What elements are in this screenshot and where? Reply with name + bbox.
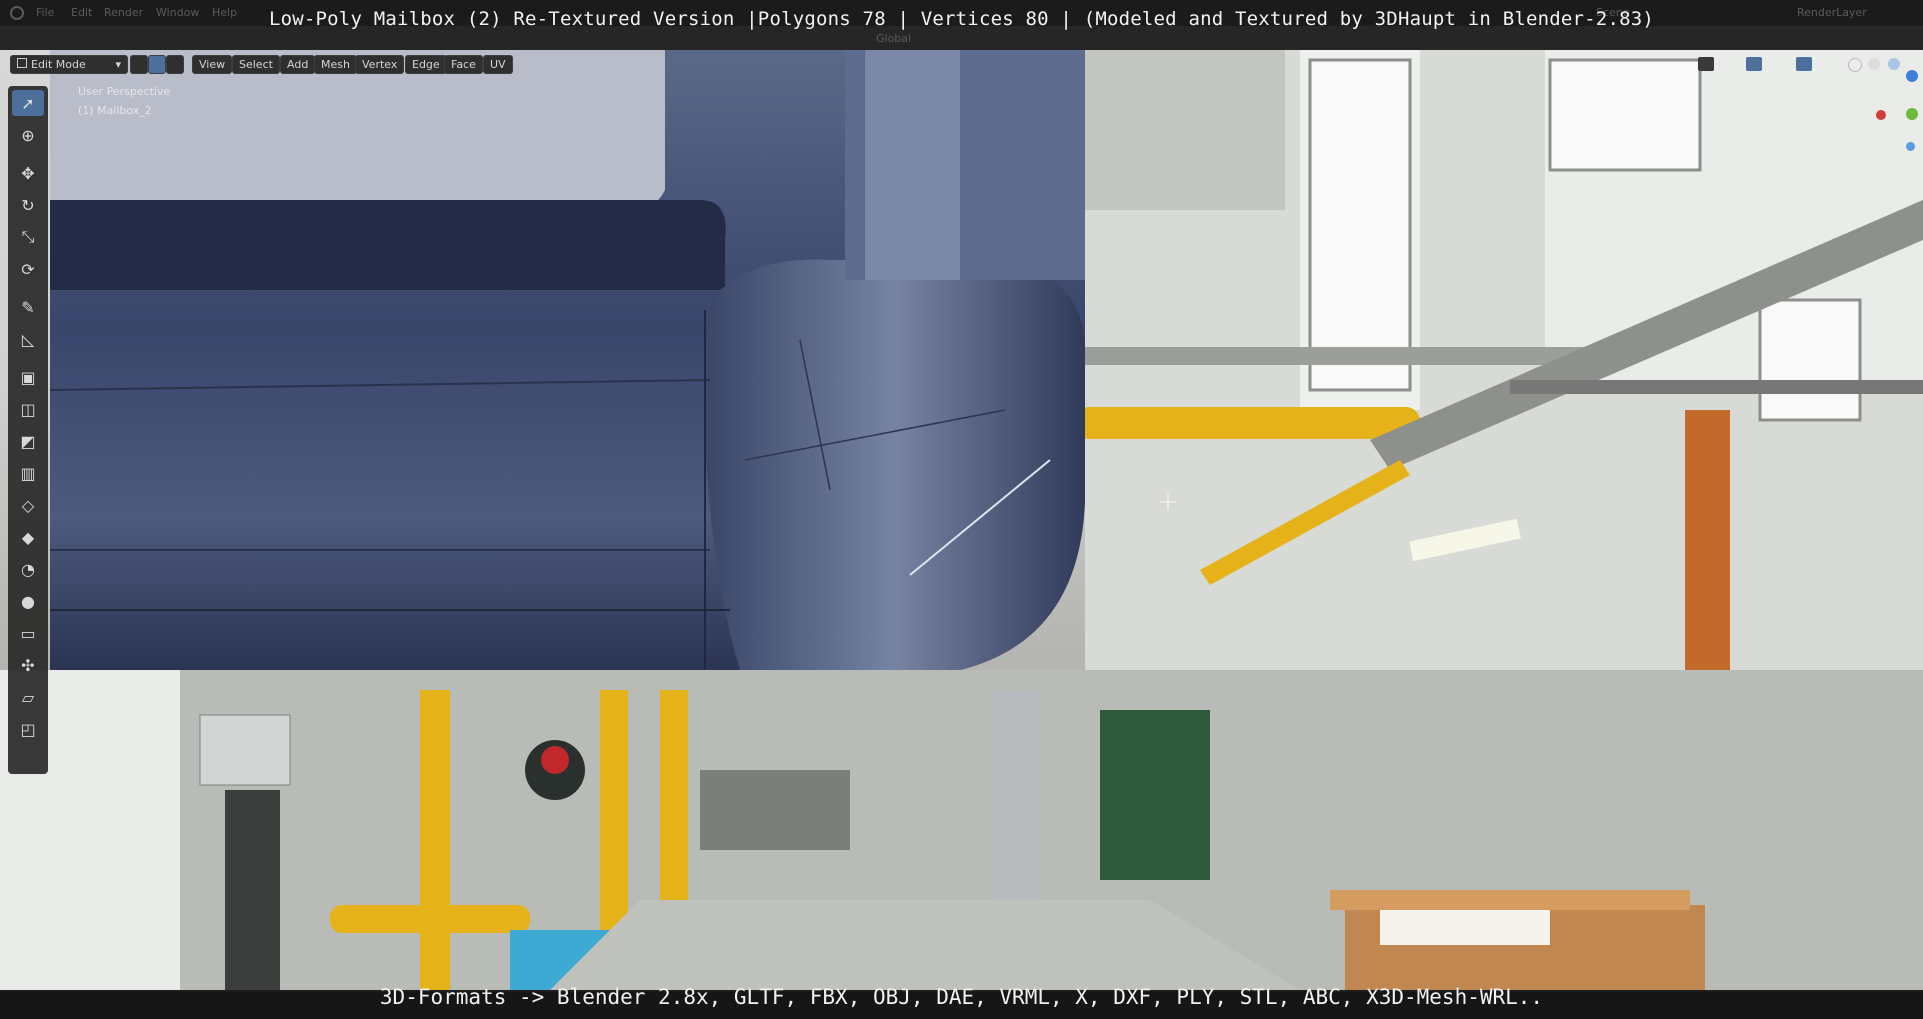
menu-uv[interactable]: UV: [483, 55, 513, 74]
transform-orientation-select[interactable]: Global: [876, 32, 911, 45]
rotate-tool[interactable]: ↻: [12, 192, 44, 218]
gizmo-neg-z-axis[interactable]: [1906, 142, 1915, 151]
annotate-tool[interactable]: ✎: [12, 294, 44, 320]
xray-toggle-icon[interactable]: [1796, 57, 1812, 71]
rip-tool[interactable]: ◰: [12, 716, 44, 742]
mode-selector[interactable]: Edit Mode ▾: [10, 55, 128, 74]
formats-caption-overlay: 3D-Formats -> Blender 2.8x, GLTF, FBX, O…: [379, 985, 1544, 1009]
crosshair-icon: ⊕: [21, 125, 35, 145]
pencil-icon: ✎: [21, 297, 35, 317]
smooth-tool[interactable]: ●: [12, 588, 44, 614]
poly-build-icon: ◆: [21, 527, 35, 547]
menu-face[interactable]: Face: [444, 55, 483, 74]
tool-shelf: ➚ ⊕ ✥ ↻ ⤡ ⟳ ✎ ◺ ▣ ◫ ◩ ▥ ◇ ◆ ◔ ● ▭ ✣ ▱ ◰: [8, 86, 48, 774]
rip-icon: ◰: [20, 719, 36, 739]
knife-tool[interactable]: ◇: [12, 492, 44, 518]
menu-select[interactable]: Select: [232, 55, 280, 74]
move-icon: ✥: [21, 163, 35, 183]
loop-cut-tool[interactable]: ▥: [12, 460, 44, 486]
ruler-icon: ◺: [21, 329, 35, 349]
video-title-overlay: Low-Poly Mailbox (2) Re-Textured Version…: [268, 8, 1655, 30]
mailbox-model: [49, 50, 1085, 670]
bevel-icon: ◩: [20, 431, 36, 451]
smooth-icon: ●: [21, 591, 35, 611]
select-edge-mode-button[interactable]: [148, 55, 166, 74]
shrink-fatten-icon: ✣: [21, 655, 35, 675]
navigation-gizmo[interactable]: [1870, 70, 1920, 180]
viewport-shading-controls: [1698, 55, 1918, 73]
move-tool[interactable]: ✥: [12, 160, 44, 186]
viewport-perspective-label: User Perspective: [78, 85, 171, 98]
chevron-down-icon: ▾: [115, 58, 121, 71]
loop-cut-icon: ▥: [20, 463, 36, 483]
bevel-tool[interactable]: ◩: [12, 428, 44, 454]
shear-tool[interactable]: ▱: [12, 684, 44, 710]
mode-label: Edit Mode: [31, 58, 86, 71]
cursor-tool[interactable]: ⊕: [12, 122, 44, 148]
scale-icon: ⤡: [21, 227, 35, 246]
cursor-arrow-icon: ➚: [21, 93, 35, 113]
poly-build-tool[interactable]: ◆: [12, 524, 44, 550]
transform-tool[interactable]: ⟳: [12, 256, 44, 282]
wireframe-shading-icon[interactable]: [1848, 58, 1862, 72]
material-shading-icon[interactable]: [1888, 58, 1900, 70]
measure-tool[interactable]: ◺: [12, 326, 44, 352]
menu-edge[interactable]: Edge: [405, 55, 447, 74]
edge-slide-icon: ▭: [20, 623, 36, 643]
transform-icon: ⟳: [21, 259, 35, 279]
viewport-object-label: (1) Mailbox_2: [78, 104, 152, 117]
gizmo-x-axis[interactable]: [1876, 110, 1886, 120]
gizmo-y-axis[interactable]: [1906, 108, 1918, 120]
inset-tool[interactable]: ◫: [12, 396, 44, 422]
select-face-mode-button[interactable]: [166, 55, 184, 74]
shear-icon: ▱: [21, 687, 35, 707]
menu-mesh[interactable]: Mesh: [314, 55, 357, 74]
overlay-toggle-icon[interactable]: [1698, 57, 1714, 71]
scene-render: [0, 50, 1923, 990]
menu-vertex[interactable]: Vertex: [355, 55, 405, 74]
edit-mode-icon: [17, 58, 27, 68]
edge-slide-tool[interactable]: ▭: [12, 620, 44, 646]
select-box-tool[interactable]: ➚: [12, 90, 44, 116]
solid-shading-icon[interactable]: [1868, 58, 1880, 70]
spin-tool[interactable]: ◔: [12, 556, 44, 582]
select-vertex-mode-button[interactable]: [130, 55, 148, 74]
knife-icon: ◇: [21, 495, 35, 515]
extrude-tool[interactable]: ▣: [12, 364, 44, 390]
3d-viewport[interactable]: User Perspective (1) Mailbox_2: [0, 50, 1923, 990]
gizmo-toggle-icon[interactable]: [1746, 57, 1762, 71]
rotate-icon: ↻: [21, 195, 35, 215]
extrude-icon: ▣: [20, 367, 36, 387]
shrink-fatten-tool[interactable]: ✣: [12, 652, 44, 678]
menu-view[interactable]: View: [192, 55, 233, 74]
spin-icon: ◔: [21, 559, 35, 579]
inset-icon: ◫: [20, 399, 36, 419]
scale-tool[interactable]: ⤡: [12, 224, 44, 250]
menu-add[interactable]: Add: [280, 55, 316, 74]
